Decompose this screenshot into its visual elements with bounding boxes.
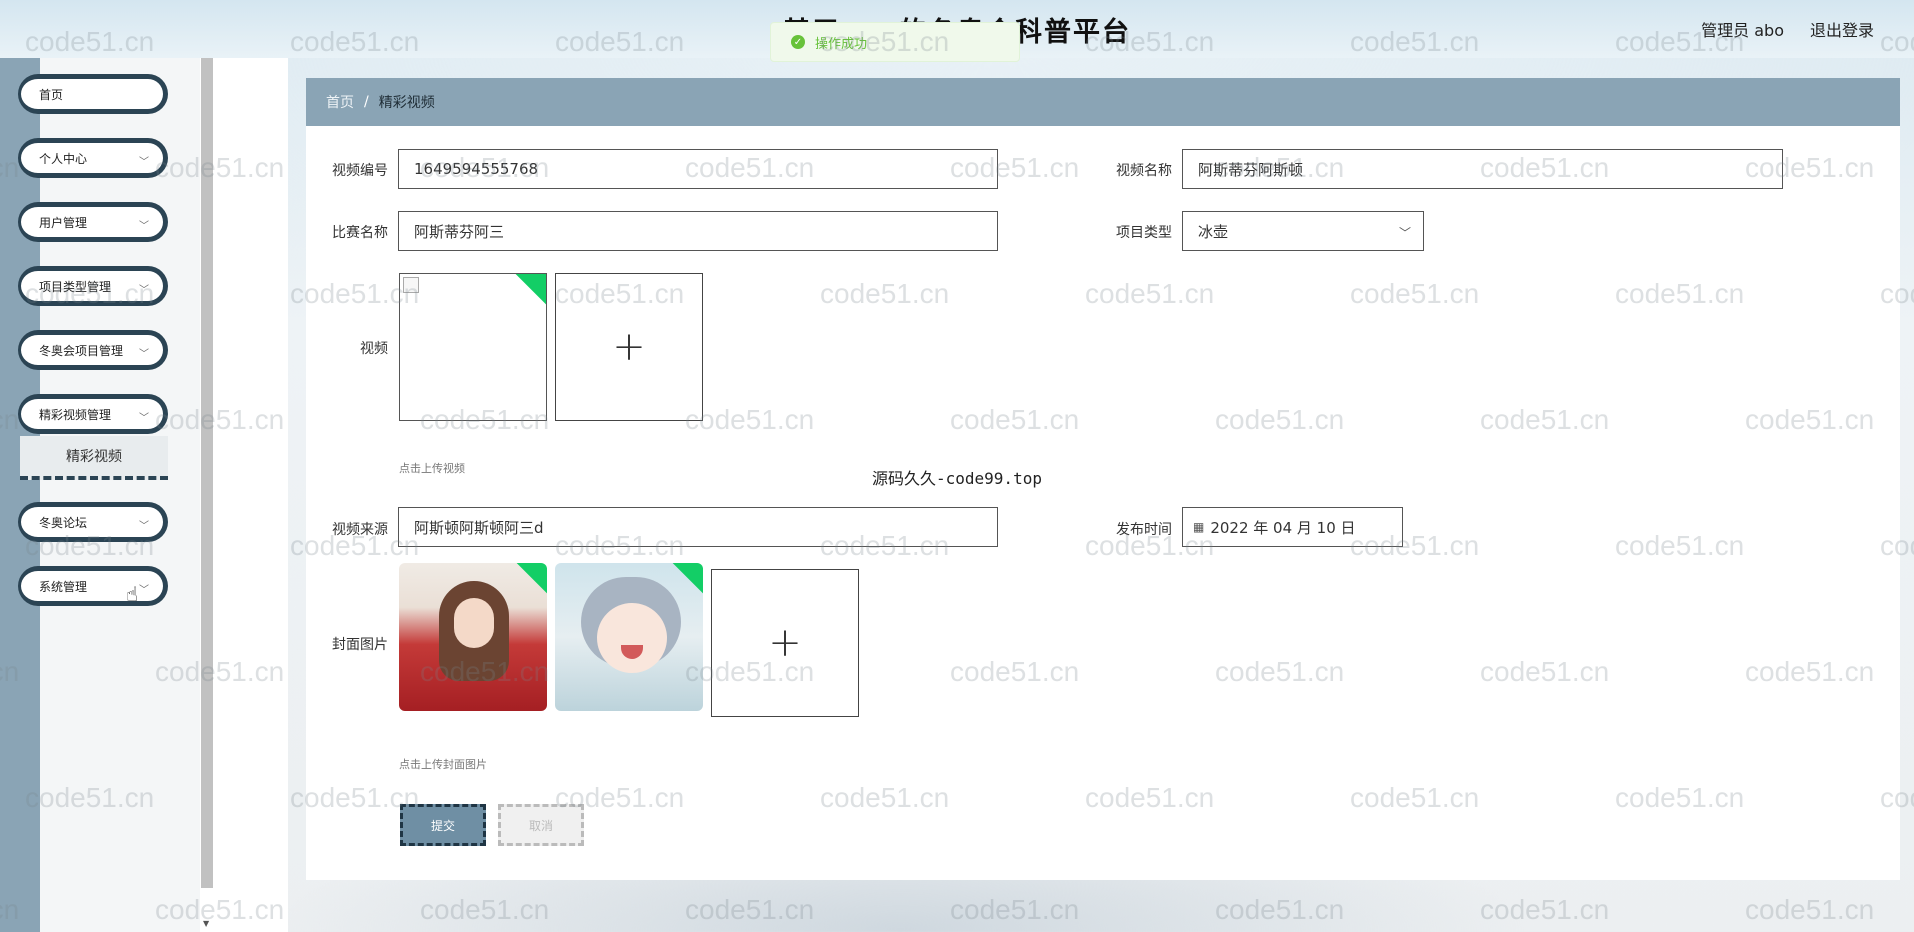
project-type-select[interactable]: 冰壶 ﹀ xyxy=(1182,211,1424,251)
cover-image-2[interactable]: ✓ xyxy=(555,563,703,711)
watermark-text: code51.cn xyxy=(1215,894,1345,925)
chevron-down-icon: ﹀ xyxy=(139,585,149,596)
project-type-label: 项目类型 xyxy=(1116,225,1172,241)
sidebar-item-olympic-project[interactable]: 冬奥会项目管理 ﹀ xyxy=(18,330,168,370)
sidebar-item-system[interactable]: 系统管理 ﹀ xyxy=(18,566,168,606)
main-content xyxy=(306,78,1900,880)
plus-icon: + xyxy=(768,620,802,666)
video-thumbnail[interactable]: ✓ xyxy=(399,273,547,421)
sidebar-item-home[interactable]: 首页 xyxy=(18,74,168,114)
video-source-label: 视频来源 xyxy=(332,522,388,538)
scrollbar-thumb[interactable] xyxy=(201,58,213,888)
calendar-icon: ▦ xyxy=(1193,520,1205,534)
watermark-text: code51.cn xyxy=(950,894,1080,925)
cover-label: 封面图片 xyxy=(332,637,388,653)
video-name-label: 视频名称 xyxy=(1116,163,1172,179)
watermark-text: code51.cn xyxy=(420,894,550,925)
sidebar-item-label: 首页 xyxy=(39,87,64,102)
cover-illustration xyxy=(399,563,547,711)
publish-time-value: 2022 年 04 月 10 日 xyxy=(1210,518,1356,537)
video-upload-button[interactable]: + xyxy=(555,273,703,421)
sidebar-item-project-type[interactable]: 项目类型管理 ﹀ xyxy=(18,266,168,306)
chevron-down-icon: ﹀ xyxy=(139,285,149,296)
cancel-button[interactable]: 取消 xyxy=(498,804,584,846)
breadcrumb-home[interactable]: 首页 xyxy=(326,92,354,112)
mouse-pointer-icon: ☝ xyxy=(126,582,139,606)
breadcrumb-separator: / xyxy=(364,94,369,110)
sidebar-item-label: 个人中心 xyxy=(39,151,88,166)
sidebar-item-forum[interactable]: 冬奥论坛 ﹀ xyxy=(18,502,168,542)
sidebar-item-label: 项目类型管理 xyxy=(39,279,112,294)
sidebar-strip xyxy=(0,58,40,932)
match-name-label: 比赛名称 xyxy=(332,225,388,241)
sidebar-item-video-management[interactable]: 精彩视频管理 ﹀ xyxy=(18,394,168,434)
admin-username: 管理员 abo xyxy=(1701,21,1784,40)
breadcrumb-current: 精彩视频 xyxy=(378,95,435,111)
plus-icon: + xyxy=(612,324,646,370)
chevron-down-icon: ﹀ xyxy=(139,413,149,424)
watermark-text: code51.cn xyxy=(685,894,815,925)
chevron-down-icon: ﹀ xyxy=(139,521,149,532)
match-name-field[interactable]: 阿斯蒂芬阿三 xyxy=(398,211,998,251)
project-type-value: 冰壶 xyxy=(1198,222,1229,241)
cover-upload-button[interactable]: + xyxy=(711,569,859,717)
sidebar-item-label: 用户管理 xyxy=(39,215,88,230)
breadcrumb: 首页 / 精彩视频 xyxy=(306,78,1900,126)
video-label: 视频 xyxy=(360,341,388,357)
cover-image-1[interactable]: ✓ xyxy=(399,563,547,711)
sidebar-subitem-videos[interactable]: 精彩视频 xyxy=(20,436,168,480)
check-icon: ✓ xyxy=(546,278,547,294)
content-gutter xyxy=(214,58,288,932)
sidebar-item-label: 冬奥论坛 xyxy=(39,515,88,530)
upload-success-badge: ✓ xyxy=(514,274,547,306)
publish-time-picker[interactable]: ▦ 2022 年 04 月 10 日 xyxy=(1182,507,1403,547)
sidebar-item-user-management[interactable]: 用户管理 ﹀ xyxy=(18,202,168,242)
publish-time-label: 发布时间 xyxy=(1116,522,1172,538)
sidebar-scrollbar[interactable]: ▼ xyxy=(200,58,214,932)
chevron-down-icon: ﹀ xyxy=(139,221,149,232)
video-upload-tip: 点击上传视频 xyxy=(399,462,465,475)
sidebar xyxy=(40,58,200,932)
video-source-field[interactable]: 阿斯顿阿斯顿阿三d xyxy=(398,507,998,547)
submit-button[interactable]: 提交 xyxy=(400,804,486,846)
video-no-field[interactable]: 1649594555768 xyxy=(398,149,998,189)
sidebar-item-personal-center[interactable]: 个人中心 ﹀ xyxy=(18,138,168,178)
logout-link[interactable]: 退出登录 xyxy=(1810,17,1874,41)
success-check-icon: ✓ xyxy=(791,35,805,49)
watermark-text: code51.cn xyxy=(1480,894,1610,925)
cover-upload-tip: 点击上传封面图片 xyxy=(399,758,487,771)
sidebar-item-label: 系统管理 xyxy=(39,579,88,594)
toast-message: 操作成功 xyxy=(815,36,868,52)
video-name-field[interactable]: 阿斯蒂芬阿斯顿 xyxy=(1182,149,1783,189)
sidebar-item-label: 冬奥会项目管理 xyxy=(39,343,124,358)
success-toast: ✓ 操作成功 xyxy=(770,22,1020,62)
source-overlay-text: 源码久久-code99.top xyxy=(872,469,1042,488)
watermark-text: code51.cn xyxy=(1745,894,1875,925)
chevron-down-icon: ﹀ xyxy=(139,157,149,168)
broken-image-icon xyxy=(403,277,419,293)
scroll-down-arrow-icon[interactable]: ▼ xyxy=(203,919,209,928)
sidebar-item-label: 精彩视频管理 xyxy=(39,407,112,422)
chevron-down-icon: ﹀ xyxy=(139,349,149,360)
cover-illustration xyxy=(555,563,703,711)
chevron-down-icon: ﹀ xyxy=(1398,226,1411,240)
video-no-label: 视频编号 xyxy=(332,163,388,179)
